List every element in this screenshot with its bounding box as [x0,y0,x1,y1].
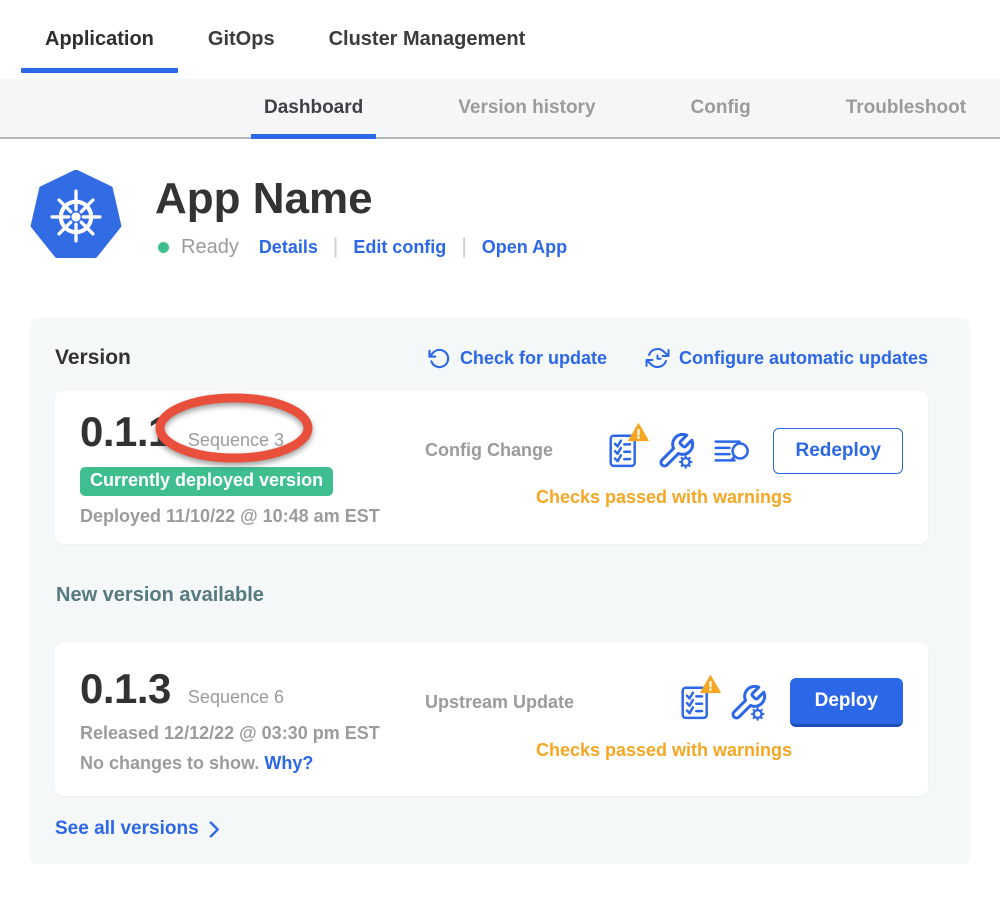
refresh-icon [428,347,451,370]
version-source-label: Config Change [425,440,553,461]
edit-config-wrench-icon[interactable] [728,683,768,723]
chevron-right-icon [209,821,220,838]
why-link[interactable]: Why? [264,753,313,773]
tab-dashboard[interactable]: Dashboard [251,79,376,137]
new-version-number: 0.1.3 [80,665,171,713]
edit-config-wrench-icon[interactable] [656,431,696,471]
current-version-row: 0.1.1 Sequence 3 Currently deployed vers… [55,391,928,544]
status-text: Ready [181,236,239,259]
checks-status-text: Checks passed with warnings [425,487,903,508]
deployed-badge: Currently deployed version [80,467,333,496]
see-all-versions-link[interactable]: See all versions [55,818,220,840]
version-heading: Version [55,346,131,370]
checks-status-text: Checks passed with warnings [425,740,903,761]
redeploy-button[interactable]: Redeploy [773,428,903,474]
no-changes-text: No changes to show. [80,753,259,773]
deploy-button[interactable]: Deploy [790,678,903,727]
tab-config[interactable]: Config [678,79,764,137]
preflight-checks-icon[interactable] [679,684,711,721]
new-version-heading: New version available [56,584,945,607]
details-link[interactable]: Details [259,237,318,258]
deployed-timestamp: Deployed 11/10/22 @ 10:48 am EST [80,506,425,527]
version-source-label: Upstream Update [425,692,574,713]
tab-version-history[interactable]: Version history [445,79,608,137]
warning-triangle-icon [628,423,649,442]
tab-troubleshoot[interactable]: Troubleshoot [833,79,979,137]
app-header: App Name Ready Details | Edit config | O… [30,170,1000,262]
new-version-row: 0.1.3 Sequence 6 Released 12/12/22 @ 03:… [55,643,928,796]
version-card: Version Check for update Configure autom… [30,318,970,864]
page-title: App Name [155,176,567,222]
divider: | [461,235,466,259]
kubernetes-logo-icon [30,170,122,262]
current-version-sequence: Sequence 3 [188,430,284,451]
released-timestamp: Released 12/12/22 @ 03:30 pm EST [80,723,425,744]
warning-triangle-icon [700,675,721,694]
view-diff-icon[interactable] [713,436,751,466]
primary-nav: Application GitOps Cluster Management [0,0,1000,79]
new-version-sequence: Sequence 6 [188,687,284,708]
configure-automatic-updates-link[interactable]: Configure automatic updates [645,346,928,370]
preflight-checks-icon[interactable] [607,432,639,469]
check-for-update-link[interactable]: Check for update [428,346,607,370]
edit-config-link[interactable]: Edit config [353,237,446,258]
divider: | [333,235,338,259]
status-ready-dot [158,242,169,253]
open-app-link[interactable]: Open App [482,237,567,258]
app-tab-bar: Dashboard Version history Config Trouble… [0,79,1000,139]
auto-update-clock-icon [645,346,670,370]
nav-item-cluster-management[interactable]: Cluster Management [303,0,552,79]
nav-item-gitops[interactable]: GitOps [182,0,301,79]
current-version-number: 0.1.1 [80,408,171,456]
nav-item-application[interactable]: Application [19,0,180,79]
